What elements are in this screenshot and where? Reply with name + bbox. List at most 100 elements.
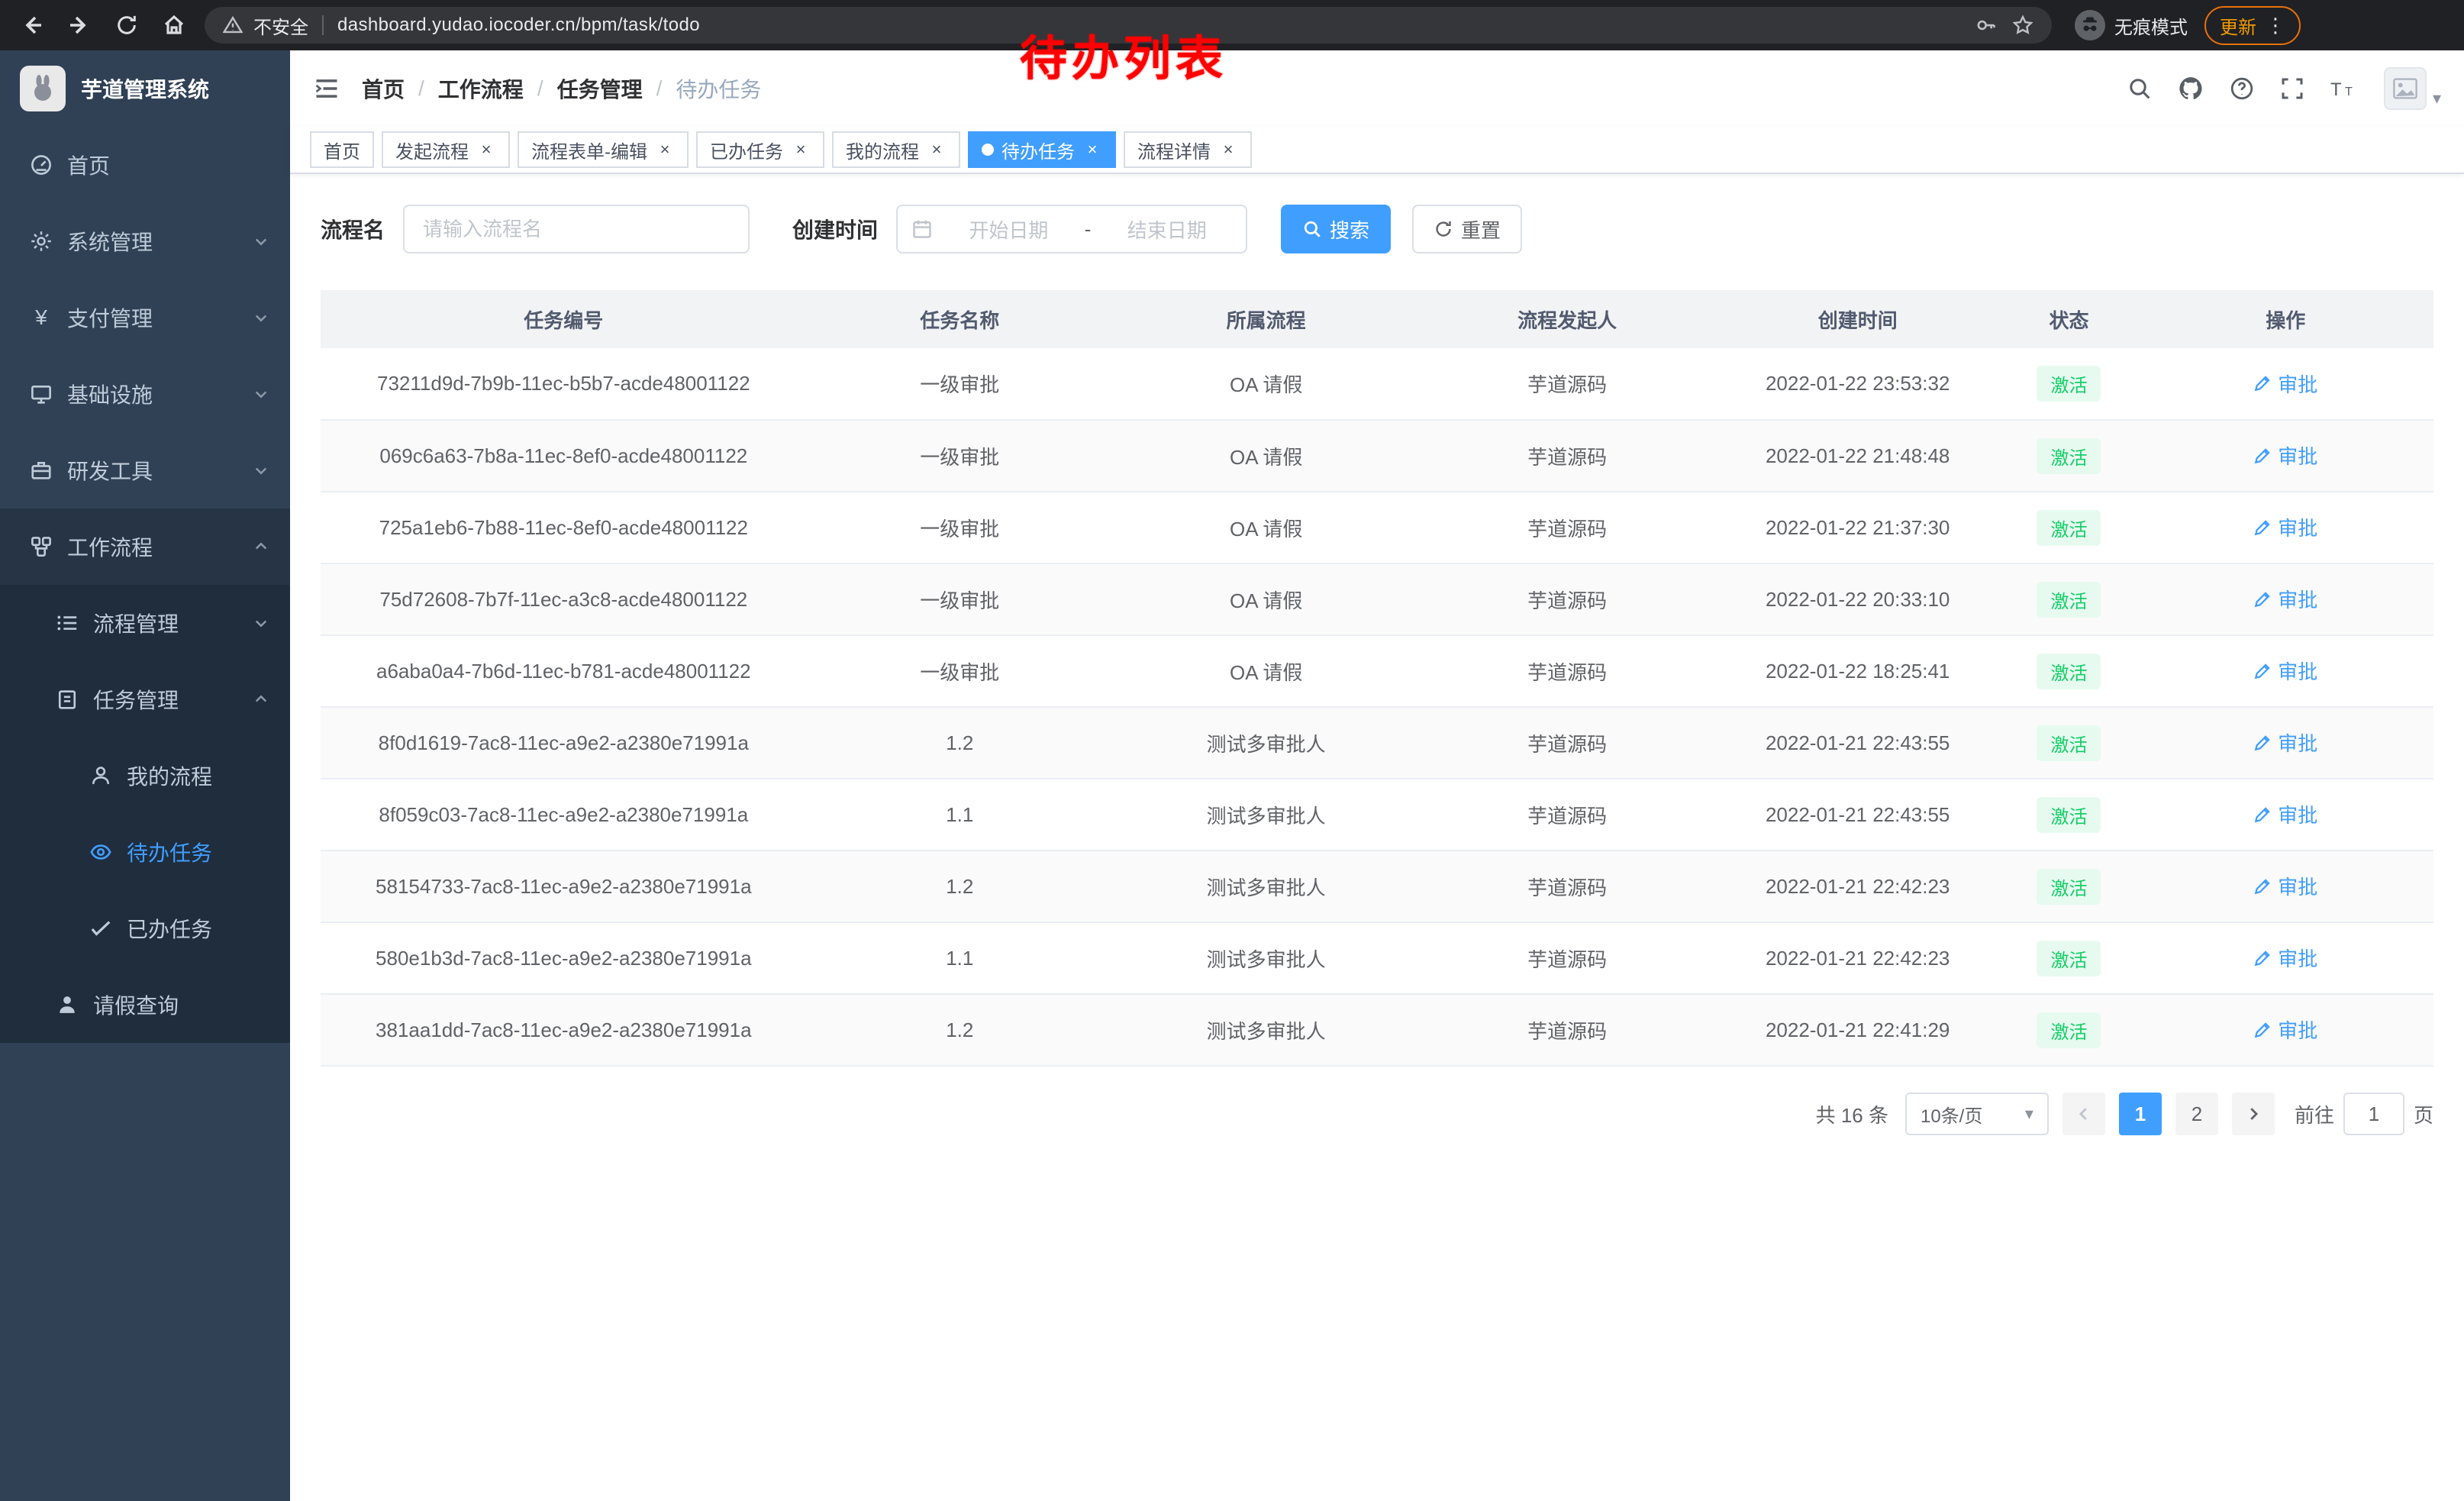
search-icon	[1302, 219, 1322, 239]
sidebar-item-dev-tools[interactable]: 研发工具	[0, 432, 290, 508]
tab-process-detail[interactable]: 流程详情 ×	[1124, 131, 1252, 168]
sidebar-item-leave-query[interactable]: 请假查询	[0, 967, 290, 1043]
end-date-placeholder[interactable]: 结束日期	[1101, 215, 1232, 244]
tab-process-form-edit[interactable]: 流程表单-编辑 ×	[518, 131, 689, 168]
url-text[interactable]: dashboard.yudao.iocoder.cn/bpm/task/todo	[337, 15, 1965, 36]
table-body: 73211d9d-7b9b-11ec-b5b7-acde48001122 一级审…	[321, 348, 2433, 1066]
tab-home[interactable]: 首页	[310, 131, 374, 168]
cell-process: 测试多审批人	[1113, 994, 1419, 1066]
process-name-input[interactable]	[403, 205, 750, 253]
filter-bar: 流程名 创建时间 开始日期 - 结束日期 搜索	[321, 205, 2433, 253]
chrome-update-button[interactable]: 更新 ⋮	[2204, 6, 2301, 45]
address-divider	[322, 15, 324, 35]
approve-link[interactable]: 审批	[2253, 728, 2317, 757]
approve-link[interactable]: 审批	[2253, 441, 2317, 470]
forward-icon[interactable]	[63, 8, 96, 42]
sidebar-item-workflow[interactable]: 工作流程	[0, 508, 290, 585]
sidebar-item-done-task[interactable]: 已办任务	[0, 890, 290, 967]
refresh-icon[interactable]	[110, 8, 144, 42]
breadcrumb-task-mgmt[interactable]: 任务管理	[557, 73, 643, 104]
next-page-button[interactable]	[2232, 1093, 2275, 1135]
cell-task-id: 73211d9d-7b9b-11ec-b5b7-acde48001122	[321, 348, 807, 420]
close-icon[interactable]: ×	[791, 140, 811, 160]
search-button[interactable]: 搜索	[1281, 205, 1391, 253]
chrome-menu-icon[interactable]: ⋮	[2266, 14, 2285, 37]
close-icon[interactable]: ×	[476, 140, 496, 160]
cell-initiator: 芋道源码	[1419, 994, 1715, 1066]
cell-status: 激活	[2001, 779, 2138, 851]
sidebar-item-todo-task[interactable]: 待办任务	[0, 814, 290, 890]
sidebar-item-system[interactable]: 系统管理	[0, 203, 290, 279]
reset-button[interactable]: 重置	[1412, 205, 1522, 253]
approve-link[interactable]: 审批	[2253, 370, 2317, 398]
logo-image	[20, 66, 66, 111]
start-date-placeholder[interactable]: 开始日期	[943, 215, 1074, 244]
cell-status: 激活	[2001, 707, 2138, 779]
sidebar-item-process-mgmt[interactable]: 流程管理	[0, 585, 290, 661]
breadcrumb-home[interactable]: 首页	[362, 73, 405, 104]
breadcrumb-separator: /	[656, 76, 663, 101]
search-icon[interactable]	[2127, 76, 2152, 101]
key-icon[interactable]	[1975, 15, 1997, 36]
incognito-badge: 无痕模式	[2075, 10, 2188, 40]
sidebar-toggle-icon[interactable]	[313, 75, 340, 102]
table-row: 069c6a63-7b8a-11ec-8ef0-acde48001122 一级审…	[321, 420, 2433, 492]
prev-page-button[interactable]	[2062, 1093, 2105, 1135]
edit-icon	[2253, 1021, 2272, 1039]
cell-created: 2022-01-22 23:53:32	[1715, 348, 2001, 420]
cell-process: OA 请假	[1113, 348, 1419, 420]
font-size-icon[interactable]: TT	[2330, 76, 2358, 101]
yen-icon: ¥	[29, 305, 53, 330]
sidebar-item-my-process[interactable]: 我的流程	[0, 738, 290, 814]
close-icon[interactable]: ×	[927, 140, 947, 160]
cell-process: 测试多审批人	[1113, 707, 1419, 779]
edit-icon	[2253, 877, 2272, 896]
tab-done-task[interactable]: 已办任务 ×	[696, 131, 824, 168]
approve-link[interactable]: 审批	[2253, 657, 2317, 685]
tab-launch-process[interactable]: 发起流程 ×	[382, 131, 510, 168]
status-badge: 激活	[2037, 1012, 2101, 1048]
table-header-row: 任务编号 任务名称 所属流程 流程发起人 创建时间 状态 操作	[321, 290, 2433, 348]
security-label[interactable]: 不安全	[253, 12, 308, 39]
fullscreen-icon[interactable]	[2280, 76, 2304, 101]
sidebar-item-home[interactable]: 首页	[0, 127, 290, 203]
back-icon[interactable]	[15, 8, 49, 42]
home-icon[interactable]	[157, 8, 191, 42]
sidebar-item-infra[interactable]: 基础设施	[0, 356, 290, 432]
page-1-button[interactable]: 1	[2119, 1093, 2162, 1135]
pagination: 共 16 条 10条/页 ▾ 1 2 前往 页	[321, 1093, 2433, 1135]
cell-created: 2022-01-22 21:37:30	[1715, 492, 2001, 563]
date-range-picker[interactable]: 开始日期 - 结束日期	[896, 205, 1247, 253]
tab-todo-task[interactable]: 待办任务 ×	[968, 131, 1116, 168]
approve-link[interactable]: 审批	[2253, 800, 2317, 828]
approve-link[interactable]: 审批	[2253, 513, 2317, 541]
page-2-button[interactable]: 2	[2175, 1093, 2218, 1135]
approve-link[interactable]: 审批	[2253, 944, 2317, 972]
avatar[interactable]	[2384, 67, 2427, 110]
bookmark-star-icon[interactable]	[2012, 15, 2033, 36]
workflow-submenu: 流程管理 任务管理	[0, 585, 290, 1043]
close-icon[interactable]: ×	[655, 140, 675, 160]
approve-link[interactable]: 审批	[2253, 1015, 2317, 1044]
address-bar[interactable]: 不安全 dashboard.yudao.iocoder.cn/bpm/task/…	[205, 7, 2052, 44]
github-icon[interactable]	[2178, 76, 2204, 102]
cell-task-name: 1.2	[807, 994, 1113, 1066]
approve-link[interactable]: 审批	[2253, 585, 2317, 613]
cell-process: OA 请假	[1113, 492, 1419, 563]
sidebar-item-pay[interactable]: ¥ 支付管理	[0, 279, 290, 356]
tab-my-process[interactable]: 我的流程 ×	[832, 131, 960, 168]
sidebar-item-task-mgmt[interactable]: 任务管理	[0, 661, 290, 738]
approve-link[interactable]: 审批	[2253, 872, 2317, 900]
user-menu[interactable]: ▾	[2384, 67, 2441, 110]
goto-page-input[interactable]	[2343, 1093, 2404, 1135]
page-size-select[interactable]: 10条/页 ▾	[1905, 1093, 2049, 1135]
cell-status: 激活	[2001, 563, 2138, 635]
breadcrumb-workflow[interactable]: 工作流程	[438, 73, 524, 104]
help-icon[interactable]	[2230, 76, 2254, 101]
app-logo[interactable]: 芋道管理系统	[0, 50, 290, 127]
close-icon[interactable]: ×	[1082, 140, 1102, 160]
toolbox-icon	[29, 458, 53, 483]
close-icon[interactable]: ×	[1218, 140, 1238, 160]
cell-created: 2022-01-22 21:48:48	[1715, 420, 2001, 492]
cell-status: 激活	[2001, 348, 2138, 420]
